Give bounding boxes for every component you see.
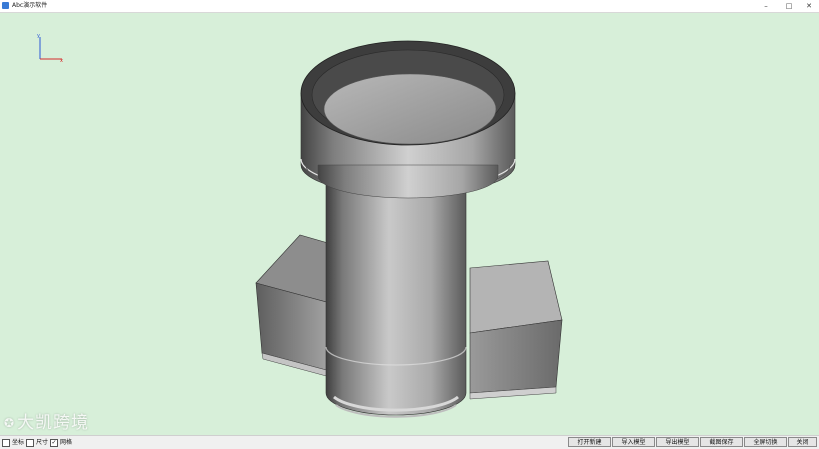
checkbox-dimensions-box[interactable] <box>26 438 34 447</box>
maximize-button[interactable]: □ <box>779 0 799 12</box>
right-branch <box>469 260 563 400</box>
watermark: ✪ 大凯跨境 <box>4 412 89 434</box>
minimize-button[interactable]: – <box>756 0 776 12</box>
close-button[interactable]: 关闭 <box>788 437 817 447</box>
top-socket <box>300 40 516 199</box>
checkbox-dimensions-label: 尺寸 <box>36 439 49 446</box>
fullscreen-toggle-button[interactable]: 全屏切换 <box>744 437 787 447</box>
watermark-text: 大凯跨境 <box>17 413 90 433</box>
checkbox-coordinates[interactable]: 坐标 <box>2 438 24 447</box>
pipe-model[interactable] <box>0 13 819 435</box>
import-model-button[interactable]: 导入模型 <box>612 437 655 447</box>
export-model-button[interactable]: 导出模型 <box>656 437 699 447</box>
checkbox-coordinates-label: 坐标 <box>12 439 25 446</box>
3d-viewport[interactable]: y x ✪ 大凯跨境 <box>0 13 819 435</box>
checkbox-grid-label: 网格 <box>60 439 73 446</box>
open-new-button[interactable]: 打开新建 <box>568 437 611 447</box>
checkbox-coordinates-box[interactable] <box>2 438 10 447</box>
checkbox-grid[interactable]: ✓ 网格 <box>50 438 72 447</box>
save-screenshot-button[interactable]: 截图保存 <box>700 437 743 447</box>
app-icon <box>2 2 9 9</box>
title-bar: Abc演示软件 – □ ✕ <box>0 0 819 13</box>
watermark-logo-icon: ✪ <box>4 416 16 430</box>
checkbox-grid-box[interactable]: ✓ <box>50 438 58 447</box>
main-pipe <box>325 182 467 418</box>
status-bar: 坐标 尺寸 ✓ 网格 打开新建 导入模型 导出模型 截图保存 全屏切换 关闭 <box>0 435 819 449</box>
window-title: Abc演示软件 <box>12 2 48 9</box>
close-window-button[interactable]: ✕ <box>799 0 819 12</box>
checkbox-dimensions[interactable]: 尺寸 <box>26 438 48 447</box>
